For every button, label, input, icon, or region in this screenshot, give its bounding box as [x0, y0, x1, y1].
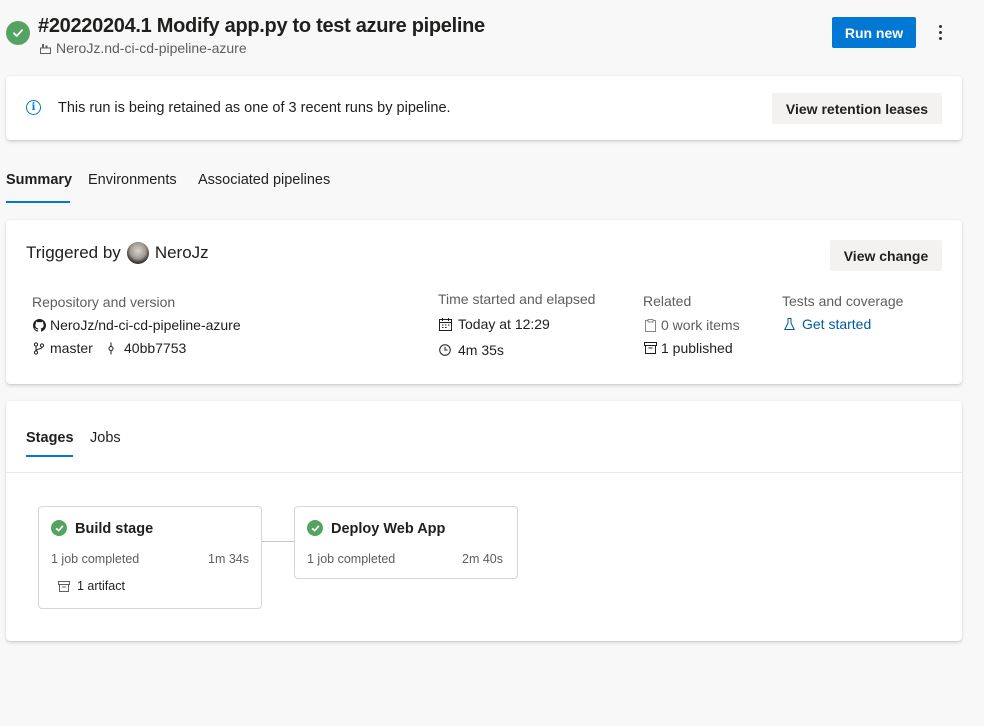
repo-link[interactable]: NeroJz/nd-ci-cd-pipeline-azure: [32, 317, 241, 333]
more-options-icon[interactable]: [928, 20, 952, 44]
active-tab-indicator: [6, 201, 70, 203]
commit-hash[interactable]: 40bb7753: [124, 340, 186, 356]
stage-duration: 2m 40s: [462, 552, 503, 566]
run-success-icon: [6, 21, 30, 45]
tab-jobs[interactable]: Jobs: [90, 430, 121, 446]
branch-info[interactable]: master: [32, 340, 93, 356]
published-value[interactable]: 1 published: [661, 340, 733, 356]
repo-full-name[interactable]: NeroJz/nd-ci-cd-pipeline-azure: [50, 317, 241, 333]
divider: [6, 472, 962, 473]
published-artifacts[interactable]: 1 published: [643, 340, 733, 356]
retention-message: This run is being retained as one of 3 r…: [58, 100, 451, 116]
branch-icon: [32, 341, 46, 355]
github-icon: [32, 318, 46, 332]
triggered-by-label: Triggered by: [26, 243, 121, 262]
repo-name[interactable]: NeroJz.nd-ci-cd-pipeline-azure: [56, 40, 247, 56]
tab-environments[interactable]: Environments: [88, 172, 177, 188]
time-label: Time started and elapsed: [438, 291, 596, 307]
page-title: #20220204.1 Modify app.py to test azure …: [38, 15, 485, 37]
repo-version-label: Repository and version: [32, 294, 176, 310]
tests-label: Tests and coverage: [782, 293, 904, 309]
repo-breadcrumb[interactable]: NeroJz.nd-ci-cd-pipeline-azure: [38, 40, 247, 56]
tab-summary[interactable]: Summary: [6, 172, 72, 188]
elapsed-time: 4m 35s: [438, 342, 504, 358]
view-change-button[interactable]: View change: [830, 240, 942, 271]
stage-name: Build stage: [75, 521, 154, 537]
elapsed-value: 4m 35s: [458, 342, 504, 358]
stage-success-icon: [51, 520, 67, 536]
artifact-icon: [57, 579, 71, 593]
get-started-text[interactable]: Get started: [802, 316, 871, 332]
stage-artifact[interactable]: 1 artifact: [57, 579, 125, 593]
stage-name: Deploy Web App: [331, 521, 446, 537]
run-new-button[interactable]: Run new: [832, 17, 916, 48]
beaker-icon: [782, 317, 796, 331]
commit-icon: [104, 341, 118, 355]
artifact-icon: [643, 341, 657, 355]
view-retention-leases-button[interactable]: View retention leases: [772, 93, 942, 124]
started-value: Today at 12:29: [458, 316, 550, 332]
work-items-value[interactable]: 0 work items: [661, 317, 740, 333]
commit-info[interactable]: 40bb7753: [104, 340, 186, 356]
stage-duration: 1m 34s: [208, 552, 249, 566]
repo-icon: [38, 41, 52, 55]
stage-connector: [262, 541, 294, 542]
triggered-by: Triggered by NeroJz: [26, 242, 209, 264]
stage-status: 1 job completed: [307, 552, 396, 566]
tab-associated-pipelines[interactable]: Associated pipelines: [198, 172, 330, 188]
stage-deploy[interactable]: [294, 506, 518, 579]
related-label: Related: [643, 293, 692, 309]
get-started-link[interactable]: Get started: [782, 316, 871, 332]
calendar-icon: [438, 317, 452, 331]
stage-success-icon: [307, 520, 323, 536]
started-time: Today at 12:29: [438, 316, 550, 332]
triggered-by-user[interactable]: NeroJz: [155, 243, 209, 263]
stages-tab-indicator: [26, 455, 73, 457]
work-items[interactable]: 0 work items: [643, 317, 740, 333]
tab-stages[interactable]: Stages: [26, 430, 74, 446]
stage-status: 1 job completed: [51, 552, 140, 566]
work-item-icon: [643, 318, 657, 332]
branch-name[interactable]: master: [50, 340, 93, 356]
clock-icon: [438, 343, 452, 357]
artifact-count[interactable]: 1 artifact: [77, 579, 125, 593]
info-icon: i: [26, 100, 41, 115]
avatar: [126, 242, 149, 264]
